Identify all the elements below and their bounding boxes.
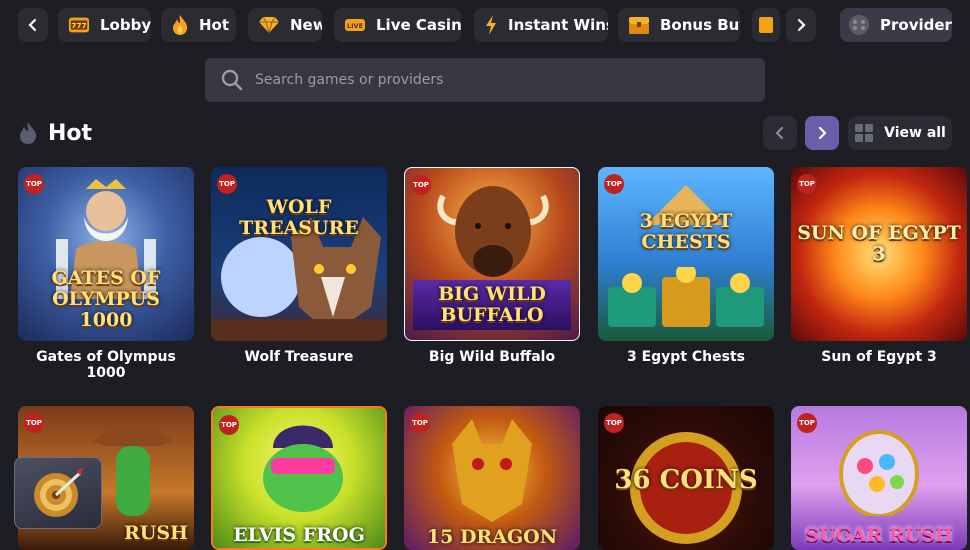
game-thumbnail[interactable]: TOP ELVIS FROG: [211, 406, 387, 550]
section-title-text: Hot: [48, 120, 93, 146]
top-badge: TOP: [604, 413, 624, 433]
top-badge: TOP: [604, 174, 624, 194]
game-art-title: 36 COINS: [614, 465, 758, 495]
view-all-label: View all: [884, 125, 946, 141]
game-art-title: SUGAR RUSH: [805, 524, 953, 546]
game-name[interactable]: Sun of Egypt 3: [791, 349, 967, 369]
nav-item-live-casino[interactable]: LIVE Live Casino: [334, 8, 461, 42]
providers-button[interactable]: Providers: [840, 8, 952, 42]
game-art-title: 15 DRAGON: [426, 526, 558, 548]
chevron-left-icon: [775, 126, 784, 140]
game-name[interactable]: 3 Egypt Chests: [598, 349, 774, 369]
candy-egg-art: [839, 430, 919, 516]
game-card[interactable]: TOP ELVIS FROG: [211, 406, 387, 550]
chest-icon: [628, 14, 650, 36]
flame-icon: [171, 14, 189, 36]
view-all-button[interactable]: View all: [848, 116, 952, 150]
search-bar: [205, 58, 765, 102]
providers-label: Providers: [880, 16, 952, 34]
buffalo-art: [437, 186, 549, 277]
nav-item-partial[interactable]: [752, 8, 780, 42]
nav-item-new[interactable]: New: [248, 8, 322, 42]
top-badge: TOP: [24, 174, 44, 194]
slot-777-icon: 777: [68, 14, 90, 36]
game-card[interactable]: TOP SUGAR RUSH: [791, 406, 967, 550]
chest-icon: [756, 14, 776, 36]
chevron-right-icon: [818, 126, 827, 140]
chevron-left-icon: [28, 18, 37, 32]
top-badge: TOP: [797, 413, 817, 433]
top-badge: TOP: [24, 413, 44, 433]
flame-icon: [20, 122, 37, 144]
chests-art: [608, 267, 764, 327]
game-thumbnail[interactable]: TOP 3 EGYPT CHESTS: [598, 167, 774, 341]
chevron-right-icon: [797, 18, 806, 32]
game-name[interactable]: Gates of Olympus 1000: [18, 349, 194, 381]
game-thumbnail[interactable]: TOP SUGAR RUSH: [791, 406, 967, 550]
game-thumbnail[interactable]: TOP 36 COINS: [598, 406, 774, 550]
target-dart-icon: [34, 467, 84, 517]
search-icon: [221, 69, 243, 91]
game-art-title: WOLF TREASURE: [239, 196, 359, 239]
nav-next-button[interactable]: [786, 8, 816, 42]
nav-item-label: Bonus Buy: [660, 16, 740, 34]
nav-item-label: Hot: [199, 16, 230, 34]
nav-item-instant-wins[interactable]: Instant Wins: [474, 8, 608, 42]
nav-item-hot[interactable]: Hot: [161, 8, 236, 42]
nav-item-label: New: [290, 16, 322, 34]
nav-item-label: Lobby: [100, 16, 151, 34]
top-badge: TOP: [410, 413, 430, 433]
game-art-title: GATES OF OLYMPUS 1000: [51, 267, 161, 331]
nav-item-lobby[interactable]: 777 Lobby: [58, 8, 151, 42]
top-badge: TOP: [797, 174, 817, 194]
section-title: Hot: [18, 116, 92, 150]
section-prev-button[interactable]: [763, 116, 797, 150]
game-card[interactable]: TOP 15 DRAGON: [404, 406, 580, 550]
game-art-title: SUN OF EGYPT 3: [797, 222, 961, 265]
nav-item-label: Live Casino: [376, 16, 461, 34]
game-card[interactable]: TOP SUN OF EGYPT 3 Sun of Egypt 3: [791, 167, 967, 369]
game-thumbnail[interactable]: TOP SUN OF EGYPT 3: [791, 167, 967, 341]
svg-text:777: 777: [71, 21, 86, 30]
dragon-art: [452, 419, 532, 522]
game-name[interactable]: Wolf Treasure: [211, 349, 387, 369]
game-thumbnail[interactable]: TOP WOLF TREASURE: [211, 167, 387, 341]
frog-art: [263, 425, 343, 512]
top-badge: TOP: [411, 175, 431, 195]
game-card[interactable]: TOP BIG WILD BUFFALO Big Wild Buffalo: [404, 167, 580, 369]
svg-text:LIVE: LIVE: [347, 22, 363, 30]
game-name[interactable]: Big Wild Buffalo: [404, 349, 580, 369]
game-card[interactable]: TOP WOLF TREASURE Wolf Treasure: [211, 167, 387, 369]
lightning-icon: [484, 14, 498, 36]
search-input[interactable]: [255, 72, 735, 88]
nav-prev-button[interactable]: [18, 8, 48, 42]
grid-icon: [855, 124, 874, 142]
game-art-title: ELVIS FROG: [233, 524, 365, 546]
game-thumbnail[interactable]: TOP BIG WILD BUFFALO: [404, 167, 580, 341]
section-next-button[interactable]: [805, 116, 839, 150]
game-card[interactable]: TOP GATES OF OLYMPUS 1000 Gates of Olymp…: [18, 167, 194, 381]
top-badge: TOP: [219, 415, 239, 435]
top-badge: TOP: [217, 174, 237, 194]
game-thumbnail[interactable]: TOP GATES OF OLYMPUS 1000: [18, 167, 194, 341]
game-art-title: BIG WILD BUFFALO: [413, 280, 571, 330]
diamond-icon: [258, 14, 280, 36]
game-card[interactable]: TOP 36 COINS: [598, 406, 774, 550]
nav-item-label: Instant Wins: [508, 16, 608, 34]
game-thumbnail[interactable]: TOP 15 DRAGON: [404, 406, 580, 550]
game-art-title: 3 EGYPT CHESTS: [639, 210, 733, 253]
category-nav: 777 Lobby Hot New LIVE Live Casino Insta…: [18, 8, 952, 42]
game-card[interactable]: TOP 3 EGYPT CHESTS 3 Egypt Chests: [598, 167, 774, 369]
section-header: Hot View all: [18, 116, 952, 150]
nav-item-bonus-buy[interactable]: Bonus Buy: [618, 8, 740, 42]
floating-missions-widget[interactable]: [14, 457, 102, 529]
providers-icon: [848, 14, 870, 36]
live-icon: LIVE: [344, 14, 366, 36]
